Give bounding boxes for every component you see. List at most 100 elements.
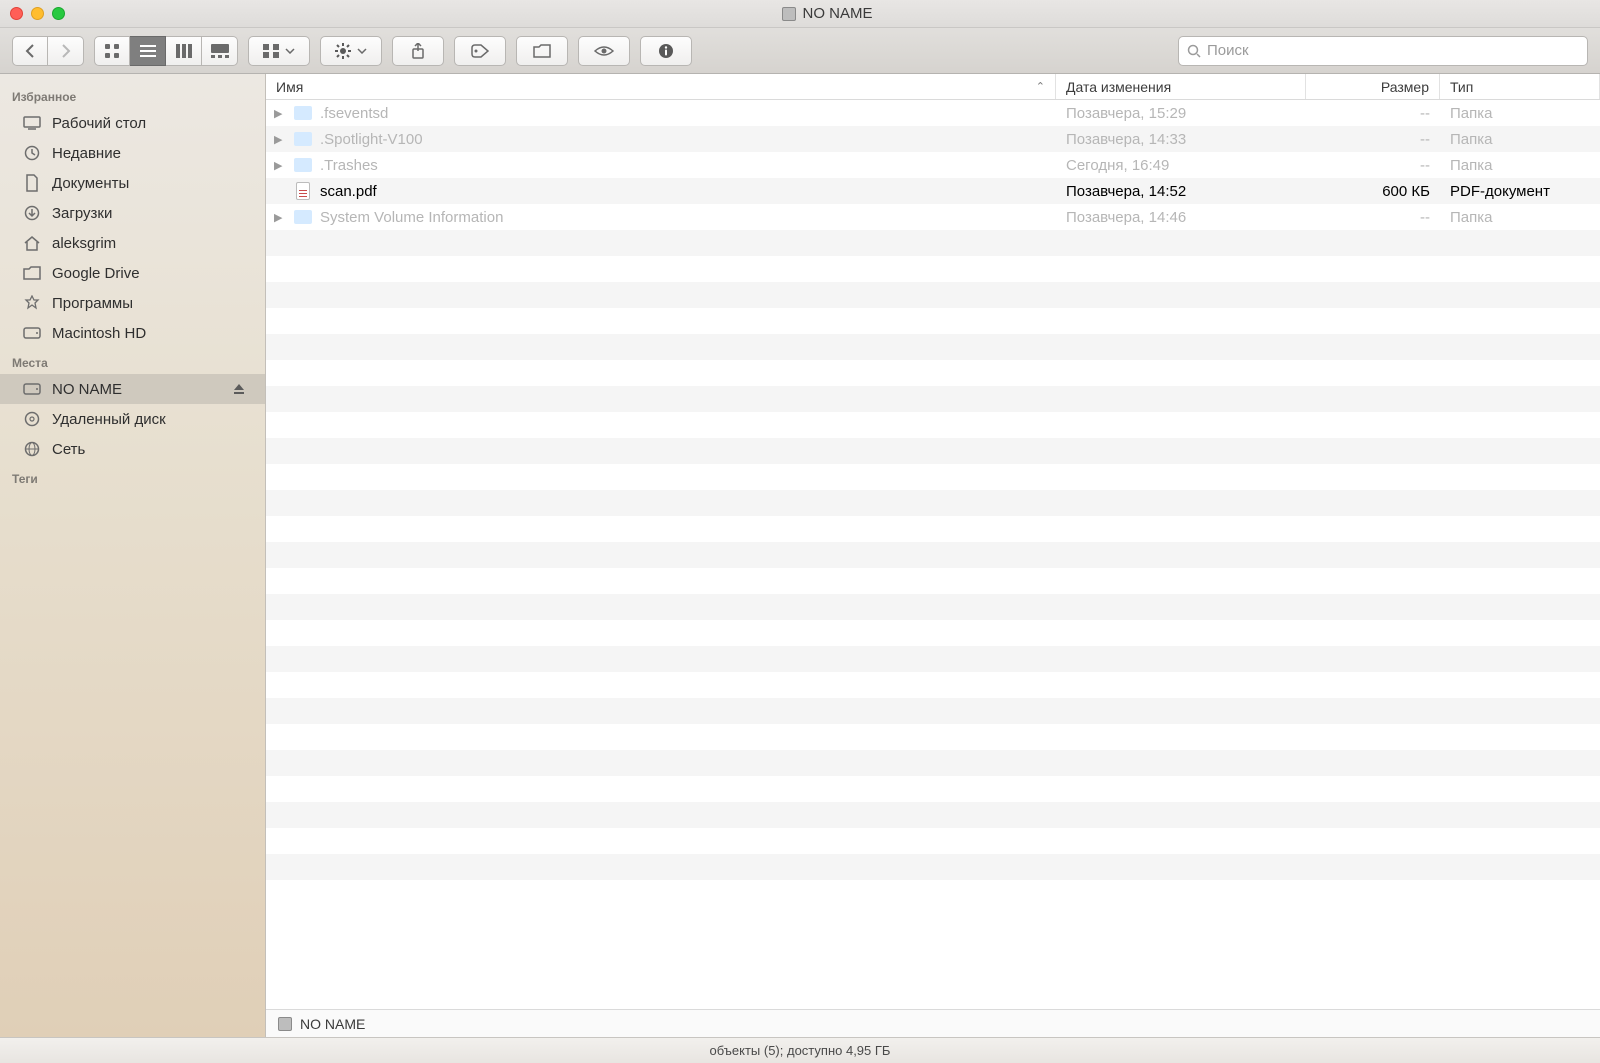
disclosure-icon[interactable]: ▶ [274, 211, 286, 224]
sidebar-section-favorites: Избранное [0, 82, 265, 108]
file-row[interactable]: ▶.fseventsdПозавчера, 15:29--Папка [266, 100, 1600, 126]
list-view-button[interactable] [130, 36, 166, 66]
icon-view-button[interactable] [94, 36, 130, 66]
empty-row [266, 464, 1600, 490]
sidebar-item-desktop[interactable]: Рабочий стол [0, 108, 265, 138]
action-button[interactable] [320, 36, 382, 66]
close-window-button[interactable] [10, 7, 23, 20]
column-view-button[interactable] [166, 36, 202, 66]
folder-icon [22, 263, 42, 283]
eject-icon[interactable] [233, 383, 245, 395]
new-folder-button[interactable] [516, 36, 568, 66]
quicklook-button[interactable] [578, 36, 630, 66]
drive-icon [278, 1017, 292, 1031]
file-list[interactable]: ▶.fseventsdПозавчера, 15:29--Папка▶.Spot… [266, 100, 1600, 1009]
content: Имя ⌃ Дата изменения Размер Тип ▶ .fseven… [266, 74, 1600, 1037]
recents-icon [22, 143, 42, 163]
file-row[interactable]: scan.pdfПозавчера, 14:52600 КБPDF-докуме… [266, 178, 1600, 204]
empty-row [266, 646, 1600, 672]
file-type: Папка [1440, 131, 1600, 148]
home-icon [22, 233, 42, 253]
zoom-window-button[interactable] [52, 7, 65, 20]
arrange-button[interactable] [248, 36, 310, 66]
path-bar[interactable]: NO NAME [266, 1009, 1600, 1037]
sidebar-item-label: Сеть [52, 441, 85, 458]
desktop-icon [22, 113, 42, 133]
window-title: NO NAME [65, 5, 1590, 22]
file-name: .Trashes [320, 157, 378, 174]
search-input[interactable] [1207, 42, 1579, 59]
file-date: Позавчера, 15:29 [1056, 105, 1306, 122]
sidebar-item-label: Документы [52, 175, 129, 192]
file-date: Сегодня, 16:49 [1056, 157, 1306, 174]
column-name[interactable]: Имя ⌃ [266, 74, 1056, 99]
file-row[interactable]: ▶System Volume InformationПозавчера, 14:… [266, 204, 1600, 230]
drive-icon [22, 323, 42, 343]
empty-row [266, 802, 1600, 828]
file-row[interactable]: ▶.Spotlight-V100Позавчера, 14:33--Папка [266, 126, 1600, 152]
view-group [94, 36, 238, 66]
file-name: .fseventsd [320, 105, 388, 122]
column-size[interactable]: Размер [1306, 74, 1440, 99]
sidebar-item-documents[interactable]: Документы [0, 168, 265, 198]
empty-row [266, 516, 1600, 542]
file-type: Папка [1440, 105, 1600, 122]
sidebar-item-drive[interactable]: Macintosh HD [0, 318, 265, 348]
disclosure-icon[interactable]: ▶ [274, 159, 286, 172]
sidebar-item-applications[interactable]: Программы [0, 288, 265, 318]
column-type[interactable]: Тип [1440, 74, 1600, 99]
sidebar-item-drive-0[interactable]: NO NAME [0, 374, 265, 404]
sidebar-item-network-2[interactable]: Сеть [0, 434, 265, 464]
empty-row [266, 282, 1600, 308]
documents-icon [22, 173, 42, 193]
window-title-text: NO NAME [802, 5, 872, 22]
file-date: Позавчера, 14:46 [1056, 209, 1306, 226]
empty-row [266, 256, 1600, 282]
sidebar-item-folder[interactable]: Google Drive [0, 258, 265, 288]
file-date: Позавчера, 14:33 [1056, 131, 1306, 148]
empty-row [266, 542, 1600, 568]
sort-indicator-icon: ⌃ [1036, 80, 1045, 93]
minimize-window-button[interactable] [31, 7, 44, 20]
disclosure-icon[interactable]: ▶ [274, 107, 286, 120]
sidebar-item-label: Загрузки [52, 205, 112, 222]
empty-row [266, 698, 1600, 724]
disclosure-icon[interactable]: ▶ [274, 133, 286, 146]
sidebar-item-recents[interactable]: Недавние [0, 138, 265, 168]
sidebar: Избранное Рабочий столНедавние Документы З… [0, 74, 266, 1037]
file-size: -- [1306, 157, 1440, 174]
sidebar-item-label: aleksgrim [52, 235, 116, 252]
column-date-label: Дата изменения [1066, 79, 1171, 95]
share-button[interactable] [392, 36, 444, 66]
empty-row [266, 490, 1600, 516]
column-type-label: Тип [1450, 79, 1473, 95]
folder-icon [294, 208, 312, 226]
search-field[interactable] [1178, 36, 1588, 66]
file-row[interactable]: ▶.TrashesСегодня, 16:49--Папка [266, 152, 1600, 178]
sidebar-section-locations: Места [0, 348, 265, 374]
empty-row [266, 750, 1600, 776]
drive-icon [782, 7, 796, 21]
empty-row [266, 724, 1600, 750]
sidebar-section-tags: Теги [0, 464, 265, 490]
sidebar-item-label: Удаленный диск [52, 411, 166, 428]
tags-button[interactable] [454, 36, 506, 66]
network-icon [22, 439, 42, 459]
forward-button[interactable] [48, 36, 84, 66]
sidebar-item-label: Программы [52, 295, 133, 312]
column-header: Имя ⌃ Дата изменения Размер Тип [266, 74, 1600, 100]
search-icon [1187, 44, 1201, 58]
folder-icon [294, 104, 312, 122]
titlebar: NO NAME [0, 0, 1600, 28]
column-date[interactable]: Дата изменения [1056, 74, 1306, 99]
gallery-view-button[interactable] [202, 36, 238, 66]
back-button[interactable] [12, 36, 48, 66]
sidebar-item-home[interactable]: aleksgrim [0, 228, 265, 258]
sidebar-item-downloads[interactable]: Загрузки [0, 198, 265, 228]
sidebar-item-disc-1[interactable]: Удаленный диск [0, 404, 265, 434]
status-bar: объекты (5); доступно 4,95 ГБ [0, 1037, 1600, 1063]
empty-row [266, 360, 1600, 386]
toolbar [0, 28, 1600, 74]
info-button[interactable] [640, 36, 692, 66]
status-text: объекты (5); доступно 4,95 ГБ [710, 1043, 891, 1058]
